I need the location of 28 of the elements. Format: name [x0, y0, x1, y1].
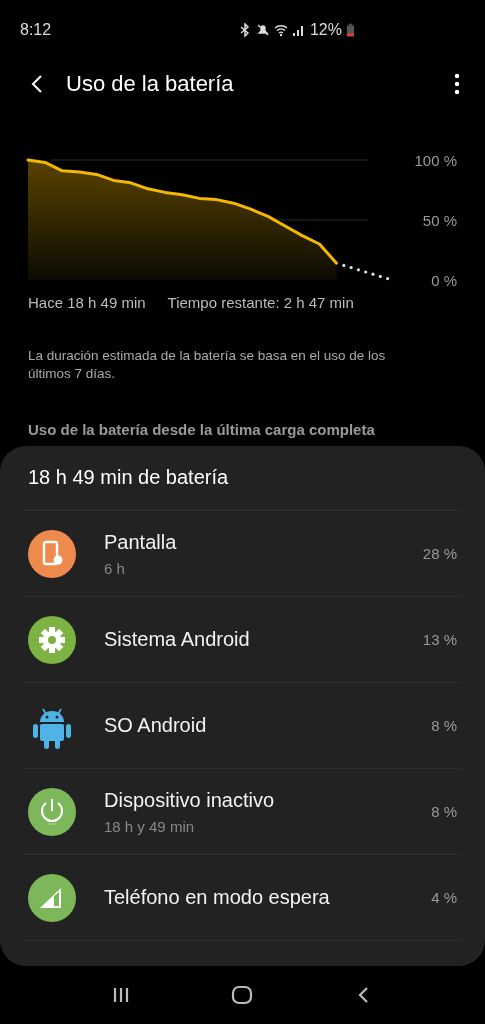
clock: 8:12 — [20, 21, 53, 39]
usage-percent: 8 % — [431, 717, 457, 734]
battery-percent: 12% — [309, 21, 342, 39]
estimate-note: La duración estimada de la batería se basa en el uso de los últimos 7 días. — [28, 347, 387, 383]
remaining-time-label: Tiempo restante: 2 h 47 min — [167, 294, 354, 311]
screen-title: Uso de la batería — [66, 71, 235, 97]
card-title: 18 h 49 min de batería — [27, 465, 230, 490]
usage-time: 18 h y 49 min — [104, 817, 196, 835]
app-name: Pantalla — [104, 530, 178, 554]
mute-icon — [255, 23, 270, 37]
axis-label: 50 % — [422, 211, 457, 229]
usage-time: 6 h — [104, 559, 126, 577]
app-name: Sistema Android — [104, 628, 251, 651]
battery-icon — [346, 23, 355, 37]
wifi-icon — [273, 23, 288, 37]
app-name: Teléfono en modo espera — [104, 886, 331, 909]
usage-percent: 28 % — [422, 545, 457, 562]
section-header: Uso de la batería desde la última carga completa — [28, 421, 376, 438]
usage-percent: 4 % — [431, 889, 457, 906]
home-icon[interactable] — [230, 983, 255, 1007]
axis-label: 0 % — [431, 271, 457, 289]
usage-percent: 13 % — [422, 631, 457, 648]
app-name: Dispositivo inactivo — [104, 788, 276, 812]
signal-icon — [291, 23, 306, 37]
axis-label: 100 % — [414, 151, 457, 169]
chart-start-label: Hace 18 h 49 min — [28, 294, 146, 311]
usage-percent: 8 % — [431, 803, 457, 820]
app-name: SO Android — [104, 714, 208, 737]
